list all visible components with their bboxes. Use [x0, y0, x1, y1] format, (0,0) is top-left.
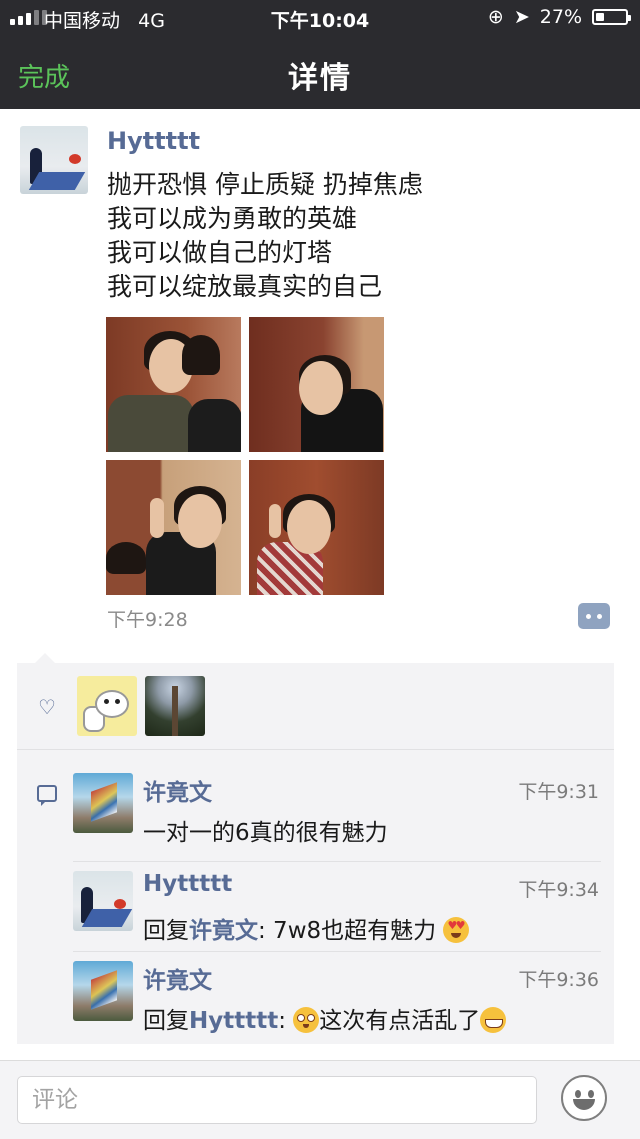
- divider: [17, 749, 614, 750]
- comment-body: : 7w8也超有魅力: [258, 918, 437, 944]
- grin-emoji-icon: [480, 1007, 507, 1033]
- flushed-emoji-icon: [293, 1007, 320, 1033]
- comment-text: 回复许竟文: 7w8也超有魅力: [143, 911, 470, 945]
- comment-item[interactable]: Hyttttt 下午9:34 回复许竟文: 7w8也超有魅力: [73, 871, 603, 949]
- comment-item[interactable]: 许竟文 下午9:36 回复Hyttttt: 这次有点活乱了: [73, 961, 603, 1039]
- comment-separator: :: [278, 1008, 294, 1034]
- comment-bar: [0, 1060, 640, 1139]
- comment-action-button[interactable]: [578, 603, 610, 629]
- page-title: 详情: [288, 61, 352, 96]
- reply-prefix: 回复: [143, 918, 189, 944]
- commenter-name[interactable]: 许竟文: [143, 961, 212, 995]
- top-bar: 中国移动 4G 下午10:04 ⊕ ➤ 27% 完成 详情: [0, 0, 640, 109]
- reply-target-name[interactable]: 许竟文: [189, 918, 258, 944]
- comment-time: 下午9:36: [518, 969, 599, 991]
- reply-prefix: 回复: [143, 1008, 189, 1034]
- comment-text: 一对一的6真的很有魅力: [143, 820, 388, 846]
- commenter-avatar[interactable]: [73, 773, 133, 833]
- comment-time: 下午9:31: [518, 781, 599, 803]
- commenter-name[interactable]: Hyttttt: [143, 871, 232, 897]
- post-line: 我可以做自己的灯塔: [107, 238, 333, 267]
- comment-input[interactable]: [17, 1076, 537, 1124]
- post-photo-3[interactable]: [106, 460, 241, 595]
- comment-body: 这次有点活乱了: [319, 1008, 481, 1034]
- divider: [73, 861, 601, 862]
- battery-level: [596, 13, 604, 21]
- location-icon: ➤: [513, 6, 530, 28]
- battery-percent: 27%: [539, 6, 582, 28]
- like-avatar[interactable]: [145, 676, 205, 736]
- post-line: 我可以成为勇敢的英雄: [107, 204, 358, 233]
- author-avatar[interactable]: [20, 126, 88, 194]
- status-bar: 中国移动 4G 下午10:04 ⊕ ➤ 27%: [0, 0, 640, 36]
- battery-icon: [592, 9, 631, 25]
- heart-icon: ♡: [38, 695, 56, 719]
- commenter-avatar[interactable]: [73, 871, 133, 931]
- post-photo-2[interactable]: [249, 317, 384, 452]
- heart-eyes-emoji-icon: [443, 917, 470, 943]
- commenter-name[interactable]: 许竟文: [143, 773, 212, 807]
- reply-target-name[interactable]: Hyttttt: [189, 1008, 278, 1034]
- comment-item[interactable]: 许竟文 下午9:31 一对一的6真的很有魅力: [73, 773, 603, 851]
- like-avatar[interactable]: [77, 676, 137, 736]
- post-time: 下午9:28: [107, 609, 188, 631]
- post-text: 抛开恐惧 停止质疑 扔掉焦虑 我可以成为勇敢的英雄 我可以做自己的灯塔 我可以绽…: [107, 168, 423, 304]
- comment-bubble-icon: [37, 785, 57, 806]
- status-right: ⊕ ➤ 27%: [487, 6, 631, 28]
- comment-text: 回复Hyttttt: 这次有点活乱了: [143, 1001, 507, 1035]
- comment-time: 下午9:34: [518, 879, 599, 901]
- post-line: 抛开恐惧 停止质疑 扔掉焦虑: [107, 170, 423, 199]
- divider: [73, 951, 601, 952]
- panel-caret: [35, 653, 55, 663]
- post-photo-4[interactable]: [249, 460, 384, 595]
- post-line: 我可以绽放最真实的自己: [107, 272, 383, 301]
- post-photo-1[interactable]: [106, 317, 241, 452]
- interaction-panel: ♡ 许竟文 下午9:31 一对一的6真的很有魅力 Hyttttt 下午9:34 …: [17, 653, 614, 1044]
- emoji-picker-icon[interactable]: [561, 1075, 607, 1121]
- commenter-avatar[interactable]: [73, 961, 133, 1021]
- author-name[interactable]: Hyttttt: [107, 127, 200, 155]
- likes-row: ♡: [17, 663, 614, 749]
- lock-rotation-icon: ⊕: [487, 6, 504, 28]
